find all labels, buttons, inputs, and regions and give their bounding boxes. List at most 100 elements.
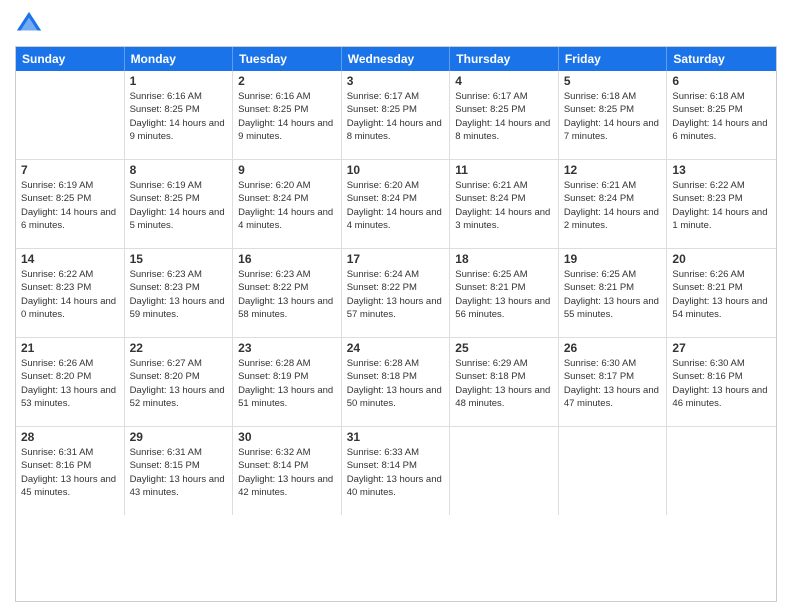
day-info: Sunrise: 6:28 AM Sunset: 8:18 PM Dayligh… xyxy=(347,357,445,410)
page: SundayMondayTuesdayWednesdayThursdayFrid… xyxy=(0,0,792,612)
calendar-cell-1-4: 3 Sunrise: 6:17 AM Sunset: 8:25 PM Daylig… xyxy=(342,71,451,159)
day-info: Sunrise: 6:32 AM Sunset: 8:14 PM Dayligh… xyxy=(238,446,336,499)
calendar-cell-4-4: 24 Sunrise: 6:28 AM Sunset: 8:18 PM Dayli… xyxy=(342,338,451,426)
day-info: Sunrise: 6:18 AM Sunset: 8:25 PM Dayligh… xyxy=(564,90,662,143)
day-number: 7 xyxy=(21,163,119,177)
header-cell-thursday: Thursday xyxy=(450,47,559,71)
day-number: 27 xyxy=(672,341,771,355)
day-number: 6 xyxy=(672,74,771,88)
calendar-cell-4-5: 25 Sunrise: 6:29 AM Sunset: 8:18 PM Dayli… xyxy=(450,338,559,426)
calendar-row-3: 14 Sunrise: 6:22 AM Sunset: 8:23 PM Dayli… xyxy=(16,249,776,338)
calendar-cell-5-4: 31 Sunrise: 6:33 AM Sunset: 8:14 PM Dayli… xyxy=(342,427,451,515)
calendar-cell-2-5: 11 Sunrise: 6:21 AM Sunset: 8:24 PM Dayli… xyxy=(450,160,559,248)
calendar-cell-2-1: 7 Sunrise: 6:19 AM Sunset: 8:25 PM Daylig… xyxy=(16,160,125,248)
calendar-cell-1-6: 5 Sunrise: 6:18 AM Sunset: 8:25 PM Daylig… xyxy=(559,71,668,159)
day-info: Sunrise: 6:33 AM Sunset: 8:14 PM Dayligh… xyxy=(347,446,445,499)
header xyxy=(15,10,777,38)
header-cell-monday: Monday xyxy=(125,47,234,71)
calendar-cell-4-7: 27 Sunrise: 6:30 AM Sunset: 8:16 PM Dayli… xyxy=(667,338,776,426)
header-cell-sunday: Sunday xyxy=(16,47,125,71)
day-info: Sunrise: 6:20 AM Sunset: 8:24 PM Dayligh… xyxy=(238,179,336,232)
day-number: 30 xyxy=(238,430,336,444)
calendar-cell-4-6: 26 Sunrise: 6:30 AM Sunset: 8:17 PM Dayli… xyxy=(559,338,668,426)
calendar-cell-5-6 xyxy=(559,427,668,515)
calendar-cell-5-3: 30 Sunrise: 6:32 AM Sunset: 8:14 PM Dayli… xyxy=(233,427,342,515)
day-info: Sunrise: 6:17 AM Sunset: 8:25 PM Dayligh… xyxy=(347,90,445,143)
day-info: Sunrise: 6:16 AM Sunset: 8:25 PM Dayligh… xyxy=(130,90,228,143)
day-number: 20 xyxy=(672,252,771,266)
calendar-cell-4-3: 23 Sunrise: 6:28 AM Sunset: 8:19 PM Dayli… xyxy=(233,338,342,426)
day-info: Sunrise: 6:23 AM Sunset: 8:23 PM Dayligh… xyxy=(130,268,228,321)
day-number: 26 xyxy=(564,341,662,355)
day-info: Sunrise: 6:26 AM Sunset: 8:21 PM Dayligh… xyxy=(672,268,771,321)
day-number: 22 xyxy=(130,341,228,355)
day-info: Sunrise: 6:16 AM Sunset: 8:25 PM Dayligh… xyxy=(238,90,336,143)
calendar-cell-3-1: 14 Sunrise: 6:22 AM Sunset: 8:23 PM Dayli… xyxy=(16,249,125,337)
day-number: 11 xyxy=(455,163,553,177)
day-number: 5 xyxy=(564,74,662,88)
calendar-cell-1-2: 1Sunrise: 6:16 AM Sunset: 8:25 PM Daylig… xyxy=(125,71,234,159)
calendar: SundayMondayTuesdayWednesdayThursdayFrid… xyxy=(15,46,777,602)
calendar-cell-3-3: 16Sunrise: 6:23 AM Sunset: 8:22 PM Dayli… xyxy=(233,249,342,337)
day-info: Sunrise: 6:24 AM Sunset: 8:22 PM Dayligh… xyxy=(347,268,445,321)
day-number: 4 xyxy=(455,74,553,88)
day-info: Sunrise: 6:17 AM Sunset: 8:25 PM Dayligh… xyxy=(455,90,553,143)
day-number: 14 xyxy=(21,252,119,266)
day-number: 19 xyxy=(564,252,662,266)
calendar-cell-5-2: 29Sunrise: 6:31 AM Sunset: 8:15 PM Dayli… xyxy=(125,427,234,515)
day-info: Sunrise: 6:18 AM Sunset: 8:25 PM Dayligh… xyxy=(672,90,771,143)
day-info: Sunrise: 6:19 AM Sunset: 8:25 PM Dayligh… xyxy=(21,179,119,232)
calendar-cell-1-7: 6 Sunrise: 6:18 AM Sunset: 8:25 PM Daylig… xyxy=(667,71,776,159)
day-number: 17 xyxy=(347,252,445,266)
day-number: 25 xyxy=(455,341,553,355)
calendar-cell-5-7 xyxy=(667,427,776,515)
day-number: 16 xyxy=(238,252,336,266)
calendar-cell-1-5: 4 Sunrise: 6:17 AM Sunset: 8:25 PM Daylig… xyxy=(450,71,559,159)
logo-icon xyxy=(15,10,43,38)
day-number: 29 xyxy=(130,430,228,444)
day-info: Sunrise: 6:29 AM Sunset: 8:18 PM Dayligh… xyxy=(455,357,553,410)
day-info: Sunrise: 6:31 AM Sunset: 8:16 PM Dayligh… xyxy=(21,446,119,499)
day-info: Sunrise: 6:21 AM Sunset: 8:24 PM Dayligh… xyxy=(455,179,553,232)
day-number: 15 xyxy=(130,252,228,266)
day-info: Sunrise: 6:22 AM Sunset: 8:23 PM Dayligh… xyxy=(21,268,119,321)
day-number: 12 xyxy=(564,163,662,177)
calendar-cell-1-3: 2 Sunrise: 6:16 AM Sunset: 8:25 PM Daylig… xyxy=(233,71,342,159)
calendar-cell-2-6: 12Sunrise: 6:21 AM Sunset: 8:24 PM Dayli… xyxy=(559,160,668,248)
calendar-cell-1-1 xyxy=(16,71,125,159)
calendar-row-4: 21 Sunrise: 6:26 AM Sunset: 8:20 PM Dayli… xyxy=(16,338,776,427)
header-cell-saturday: Saturday xyxy=(667,47,776,71)
calendar-body: 1Sunrise: 6:16 AM Sunset: 8:25 PM Daylig… xyxy=(16,71,776,515)
calendar-cell-3-7: 20 Sunrise: 6:26 AM Sunset: 8:21 PM Dayli… xyxy=(667,249,776,337)
day-number: 13 xyxy=(672,163,771,177)
day-number: 21 xyxy=(21,341,119,355)
calendar-cell-5-5 xyxy=(450,427,559,515)
calendar-cell-3-5: 18 Sunrise: 6:25 AM Sunset: 8:21 PM Dayli… xyxy=(450,249,559,337)
calendar-row-2: 7 Sunrise: 6:19 AM Sunset: 8:25 PM Daylig… xyxy=(16,160,776,249)
calendar-cell-4-2: 22 Sunrise: 6:27 AM Sunset: 8:20 PM Dayli… xyxy=(125,338,234,426)
day-number: 24 xyxy=(347,341,445,355)
header-cell-friday: Friday xyxy=(559,47,668,71)
day-info: Sunrise: 6:27 AM Sunset: 8:20 PM Dayligh… xyxy=(130,357,228,410)
day-number: 31 xyxy=(347,430,445,444)
day-info: Sunrise: 6:26 AM Sunset: 8:20 PM Dayligh… xyxy=(21,357,119,410)
calendar-cell-2-7: 13 Sunrise: 6:22 AM Sunset: 8:23 PM Dayli… xyxy=(667,160,776,248)
header-cell-tuesday: Tuesday xyxy=(233,47,342,71)
day-info: Sunrise: 6:28 AM Sunset: 8:19 PM Dayligh… xyxy=(238,357,336,410)
day-number: 18 xyxy=(455,252,553,266)
calendar-cell-5-1: 28 Sunrise: 6:31 AM Sunset: 8:16 PM Dayli… xyxy=(16,427,125,515)
day-info: Sunrise: 6:25 AM Sunset: 8:21 PM Dayligh… xyxy=(564,268,662,321)
day-number: 3 xyxy=(347,74,445,88)
header-cell-wednesday: Wednesday xyxy=(342,47,451,71)
logo xyxy=(15,10,47,38)
day-info: Sunrise: 6:30 AM Sunset: 8:17 PM Dayligh… xyxy=(564,357,662,410)
day-info: Sunrise: 6:30 AM Sunset: 8:16 PM Dayligh… xyxy=(672,357,771,410)
calendar-header: SundayMondayTuesdayWednesdayThursdayFrid… xyxy=(16,47,776,71)
day-number: 23 xyxy=(238,341,336,355)
calendar-cell-4-1: 21 Sunrise: 6:26 AM Sunset: 8:20 PM Dayli… xyxy=(16,338,125,426)
day-number: 2 xyxy=(238,74,336,88)
calendar-cell-3-4: 17 Sunrise: 6:24 AM Sunset: 8:22 PM Dayli… xyxy=(342,249,451,337)
day-info: Sunrise: 6:22 AM Sunset: 8:23 PM Dayligh… xyxy=(672,179,771,232)
day-info: Sunrise: 6:25 AM Sunset: 8:21 PM Dayligh… xyxy=(455,268,553,321)
day-number: 28 xyxy=(21,430,119,444)
